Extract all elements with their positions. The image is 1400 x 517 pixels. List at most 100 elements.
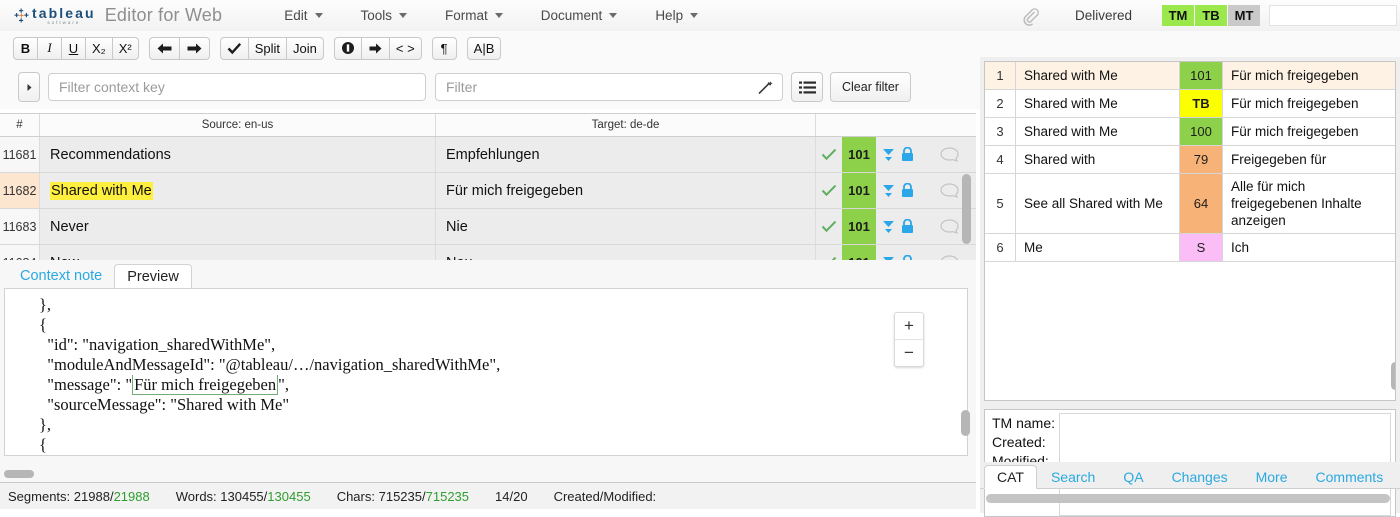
list-item[interactable]: 2 Shared with Me TB Für mich freigegeben xyxy=(985,90,1395,118)
row-source-text[interactable]: New xyxy=(40,245,436,261)
paperclip-icon[interactable] xyxy=(1019,5,1041,27)
tm-match-target[interactable]: Alle für mich freigegebenen Inhalte anze… xyxy=(1223,174,1395,233)
redo-button[interactable] xyxy=(178,36,210,60)
magic-wand-icon[interactable] xyxy=(756,79,774,97)
row-target-text[interactable]: Empfehlungen xyxy=(436,137,816,172)
row-action-icons xyxy=(876,209,922,244)
row-number: 11684 xyxy=(0,245,40,261)
list-item[interactable]: 4 Shared with 79 Freigegeben für xyxy=(985,146,1395,174)
row-confirmed-icon xyxy=(816,137,842,172)
arrow-down-icon[interactable] xyxy=(882,148,895,162)
tm-match-source: Shared with Me xyxy=(1016,90,1180,117)
row-action-icons xyxy=(876,137,922,172)
paragraph-marks-button[interactable]: ¶ xyxy=(431,36,457,60)
subscript-button[interactable]: X₂ xyxy=(85,36,113,60)
list-item[interactable]: 1 Shared with Me 101 Für mich freigegebe… xyxy=(985,62,1395,90)
tableau-logo-text: tableau xyxy=(32,4,96,21)
code-line: "id": "navigation_sharedWithMe", xyxy=(39,335,276,354)
checkmark-icon xyxy=(227,42,241,54)
compare-button[interactable]: A|B xyxy=(466,36,502,60)
filter-list-button[interactable] xyxy=(791,72,823,102)
table-row[interactable]: 11682 Shared with Me Für mich freigegebe… xyxy=(0,173,976,209)
menu-item-edit-label: Edit xyxy=(284,8,308,23)
tab-changes[interactable]: Changes xyxy=(1158,466,1242,488)
lock-icon[interactable] xyxy=(901,183,914,198)
tm-match-target[interactable]: Für mich freigegeben xyxy=(1223,90,1395,117)
undo-arrow-icon xyxy=(157,43,172,53)
tab-more[interactable]: More xyxy=(1242,466,1302,488)
menu-item-edit[interactable]: Edit xyxy=(284,8,323,23)
join-button[interactable]: Join xyxy=(286,36,324,60)
list-item[interactable]: 5 See all Shared with Me 64 Alle für mic… xyxy=(985,174,1395,234)
list-item[interactable]: 6 Me S Ich xyxy=(985,234,1395,262)
preview-horizontal-scrollbar[interactable] xyxy=(4,470,34,478)
tab-context-note[interactable]: Context note xyxy=(8,264,114,288)
menu-item-tools[interactable]: Tools xyxy=(361,8,408,23)
right-panel-horizontal-scrollbar[interactable] xyxy=(986,494,1390,503)
badge-mt[interactable]: MT xyxy=(1228,5,1260,26)
preview-vertical-scrollbar[interactable] xyxy=(961,410,970,436)
lock-icon[interactable] xyxy=(901,147,914,162)
tm-match-target[interactable]: Ich xyxy=(1223,234,1395,261)
menu-item-format[interactable]: Format xyxy=(445,8,503,23)
row-source-text[interactable]: Never xyxy=(40,209,436,244)
chevron-down-icon xyxy=(399,13,408,18)
tm-match-target[interactable]: Freigegeben für xyxy=(1223,146,1395,173)
table-row[interactable]: 11681 Recommendations Empfehlungen 101 xyxy=(0,137,976,173)
list-item[interactable]: 3 Shared with Me 100 Für mich freigegebe… xyxy=(985,118,1395,146)
tm-name-label: TM name: xyxy=(992,415,1056,431)
segment-grid-scrollbar[interactable] xyxy=(962,174,971,244)
row-target-text[interactable]: Nie xyxy=(436,209,816,244)
zoom-out-button[interactable]: − xyxy=(895,340,923,366)
badge-tm[interactable]: TM xyxy=(1162,5,1194,26)
menu-item-document[interactable]: Document xyxy=(541,8,618,23)
tm-match-score: 101 xyxy=(1180,62,1223,89)
row-target-text[interactable]: Für mich freigegeben xyxy=(436,173,816,208)
arrow-down-icon[interactable] xyxy=(882,184,895,198)
split-button[interactable]: Split xyxy=(247,36,288,60)
tab-preview[interactable]: Preview xyxy=(114,264,192,289)
chevron-down-icon xyxy=(494,13,503,18)
preview-code-area[interactable]: },{ "id": "navigation_sharedWithMe", "mo… xyxy=(4,288,968,456)
table-row[interactable]: 11683 Never Nie 101 xyxy=(0,209,976,245)
lock-icon[interactable] xyxy=(901,219,914,234)
expand-filters-button[interactable] xyxy=(18,72,40,102)
toolbar-group-segment: Split Join xyxy=(219,36,324,60)
row-source-text[interactable]: Recommendations xyxy=(40,137,436,172)
arrow-right-icon xyxy=(369,43,382,53)
filter-input[interactable]: Filter xyxy=(435,73,783,101)
clear-filter-button[interactable]: Clear filter xyxy=(830,72,911,102)
tab-comments[interactable]: Comments xyxy=(1302,466,1398,488)
italic-button[interactable]: I xyxy=(37,36,62,60)
editor-for-web-window: tableau software Editor for Web Edit Too… xyxy=(0,0,1400,517)
tab-search[interactable]: Search xyxy=(1037,466,1109,488)
code-line: }, xyxy=(39,415,52,434)
zoom-in-button[interactable]: + xyxy=(895,313,923,339)
bold-button[interactable]: B xyxy=(13,36,38,60)
badge-tb[interactable]: TB xyxy=(1195,5,1227,26)
tm-match-target[interactable]: Für mich freigegeben xyxy=(1223,118,1395,145)
row-target-text[interactable]: Neu xyxy=(436,245,816,261)
tm-match-target[interactable]: Für mich freigegeben xyxy=(1223,62,1395,89)
superscript-button[interactable]: X² xyxy=(111,36,139,60)
tab-cat[interactable]: CAT xyxy=(984,465,1037,489)
tags-button[interactable]: < > xyxy=(388,36,422,60)
clear-target-button[interactable] xyxy=(333,36,362,60)
copy-source-button[interactable] xyxy=(360,36,390,60)
row-comment-icon[interactable] xyxy=(922,245,976,261)
filter-context-key-input[interactable]: Filter context key xyxy=(48,73,426,101)
header-search-field[interactable] xyxy=(1269,5,1397,26)
row-source-text[interactable]: Shared with Me xyxy=(40,173,436,208)
tm-matches-scrollbar[interactable] xyxy=(1391,362,1395,390)
arrow-down-icon[interactable] xyxy=(882,220,895,234)
chevron-down-icon xyxy=(314,13,323,18)
confirm-button[interactable] xyxy=(219,36,249,60)
undo-button[interactable] xyxy=(148,36,180,60)
underline-button[interactable]: U xyxy=(61,36,86,60)
code-line: "sourceMessage": "Shared with Me" xyxy=(39,395,290,414)
row-comment-icon[interactable] xyxy=(922,137,976,172)
menu-item-help[interactable]: Help xyxy=(655,8,699,23)
tab-qa[interactable]: QA xyxy=(1109,466,1157,488)
table-row[interactable]: 11684 New Neu 101 xyxy=(0,245,976,261)
status-segments: Segments: 21988/21988 xyxy=(8,488,150,504)
